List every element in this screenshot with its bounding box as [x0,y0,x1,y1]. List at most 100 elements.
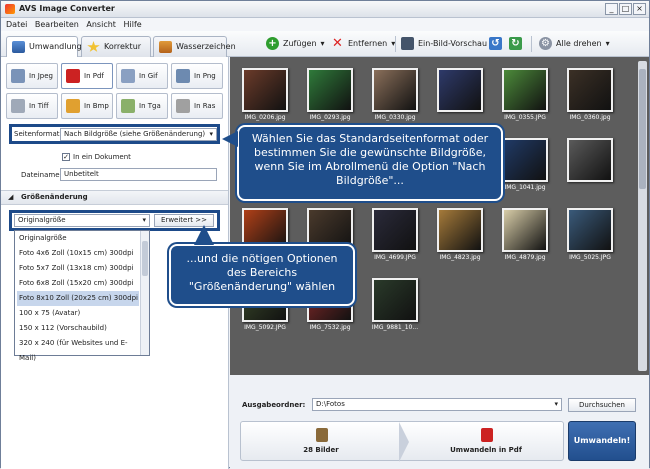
rotate-left-button[interactable]: ↺ [489,37,506,51]
dropdown-option-selected[interactable]: Foto 8x10 Zoll (20x25 cm) 300dpi [17,291,139,306]
thumbnail-caption: IMG_0206.jpg [244,114,286,121]
star-icon [87,41,100,52]
thumbnail[interactable]: IMG_9881_10... [364,275,426,335]
tab-conversion[interactable]: Umwandlung [6,36,82,58]
rotate-all-button[interactable]: ⚙ Alle drehen ▾ [539,37,610,51]
dropdown-option[interactable]: 100 x 75 (Avatar) [17,306,139,321]
convert-target: Umwandeln in Pdf [450,446,522,454]
thumbnail-image [502,208,548,252]
thumbnail-caption: IMG_0330.jpg [374,114,416,121]
format-jpeg-button[interactable]: In Jpeg [6,63,58,89]
images-icon [316,428,328,442]
rotate-right-button[interactable]: ↻ [509,37,526,51]
thumbnail-image [567,208,613,252]
conversion-icon [12,41,25,53]
thumbnail-image [502,138,548,182]
add-dropdown-icon[interactable]: ▾ [321,39,325,48]
page-format-select[interactable]: Nach Bildgröße (siehe Größenänderung) ▾ [60,128,217,141]
app-window: AVS Image Converter _ □ × Datei Bearbeit… [0,0,650,469]
conversion-steps: 28 Bilder Umwandeln in Pdf [240,421,564,462]
filename-input[interactable]: Unbetitelt [60,168,217,181]
dropdown-scrollbar[interactable] [140,231,149,355]
tiff-icon [11,99,25,113]
minimize-button[interactable]: _ [605,3,618,15]
thumbnail[interactable]: IMG_0355.JPG [494,65,556,125]
resize-select[interactable]: Originalgröße ▾ [14,214,150,227]
output-folder-input[interactable]: D:\Fotos ▾ [312,398,562,411]
close-button[interactable]: × [633,3,646,15]
single-document-checkbox[interactable]: ✓ [62,153,70,161]
thumbnail[interactable]: IMG_1041.jpg [494,135,556,195]
thumbnail-caption: IMG_0360.jpg [569,114,611,121]
format-pdf-button[interactable]: In Pdf [61,63,113,89]
resize-select-value: Originalgröße [18,216,66,224]
thumbnail-caption: IMG_0293.jpg [309,114,351,121]
jpeg-icon [11,69,25,83]
rotate-right-icon: ↻ [509,37,522,50]
remove-button[interactable]: ✕ Entfernen ▾ [331,37,395,51]
chevron-down-icon: ▾ [142,216,146,224]
dropdown-option[interactable]: Foto 6x8 Zoll (15x20 cm) 300dpi [17,276,139,291]
tab-watermark-label: Wasserzeichen [176,42,236,51]
menu-help[interactable]: Hilfe [123,18,141,31]
dropdown-option[interactable]: Foto 5x7 Zoll (13x18 cm) 300dpi [17,261,139,276]
thumbnail[interactable]: IMG_4879.jpg [494,205,556,265]
maximize-button[interactable]: □ [619,3,632,15]
window-title: AVS Image Converter [19,4,115,13]
thumbnail-image [372,68,418,112]
output-folder-label: Ausgabeordner: [242,401,306,409]
thumbnail[interactable] [559,135,621,195]
thumbnail[interactable]: IMG_5025.JPG [559,205,621,265]
tab-watermark[interactable]: Wasserzeichen [153,36,236,57]
menu-file[interactable]: Datei [6,18,27,31]
collapse-icon: ◢ [8,193,14,201]
format-label: In Tga [139,102,161,110]
add-button[interactable]: + Zufügen ▾ [266,37,325,51]
scrollbar-thumb[interactable] [142,241,148,276]
page-format-label: Seitenformat: [14,130,62,138]
format-gif-button[interactable]: In Gif [116,63,168,89]
convert-button[interactable]: Umwandeln! [568,421,636,461]
thumbnail-image [437,68,483,112]
rotate-all-dropdown-icon[interactable]: ▾ [606,39,610,48]
menu-view[interactable]: Ansicht [86,18,116,31]
dropdown-option[interactable]: Originalgröße [17,231,139,246]
browse-button[interactable]: Durchsuchen [568,398,636,412]
pdf-icon [481,428,493,442]
grid-scrollbar[interactable] [638,61,647,371]
thumbnail[interactable]: IMG_0360.jpg [559,65,621,125]
thumbnail-caption: IMG_4823.jpg [439,254,481,261]
watermark-icon [159,41,172,53]
thumbnail[interactable]: IMG_0293.jpg [299,65,361,125]
format-tga-button[interactable]: In Tga [116,93,168,119]
thumbnail[interactable]: IMG_0330.jpg [364,65,426,125]
menu-edit[interactable]: Bearbeiten [35,18,79,31]
format-label: In Tiff [29,102,49,110]
format-png-button[interactable]: In Png [171,63,223,89]
thumbnail-image [567,138,613,182]
rotate-all-label: Alle drehen [556,39,602,48]
thumbnail[interactable] [429,65,491,125]
dropdown-option[interactable]: Foto 4x6 Zoll (10x15 cm) 300dpi [17,246,139,261]
dropdown-option[interactable]: 320 x 240 (für Websites und E-Mail) [17,336,139,362]
thumbnail[interactable]: IMG_4699.JPG [364,205,426,265]
format-tiff-button[interactable]: In Tiff [6,93,58,119]
format-label: In Ras [194,102,216,110]
format-ras-button[interactable]: In Ras [171,93,223,119]
dropdown-option[interactable]: 150 x 112 (Vorschaubild) [17,321,139,336]
callout-resize: ...und die nötigen Optionen des Bereichs… [169,244,355,306]
title-bar: AVS Image Converter _ □ × [1,1,649,18]
scrollbar-thumb[interactable] [639,69,646,189]
thumbnail-caption: IMG_5025.JPG [569,254,611,261]
format-bmp-button[interactable]: In Bmp [61,93,113,119]
thumbnail[interactable]: IMG_4823.jpg [429,205,491,265]
preview-button-label: Ein-Bild-Vorschau [418,39,488,48]
thumbnail-image [307,68,353,112]
preview-button[interactable]: Ein-Bild-Vorschau [401,37,487,51]
toolbar: Umwandlung Korrektur Wasserzeichen + Zufü… [1,31,649,58]
thumbnail[interactable]: IMG_0206.jpg [234,65,296,125]
tab-correction[interactable]: Korrektur [81,36,151,57]
output-folder-value: D:\Fotos [316,400,345,408]
format-label: In Bmp [84,102,109,110]
resize-section-header[interactable]: ◢ Größenänderung [1,190,228,205]
